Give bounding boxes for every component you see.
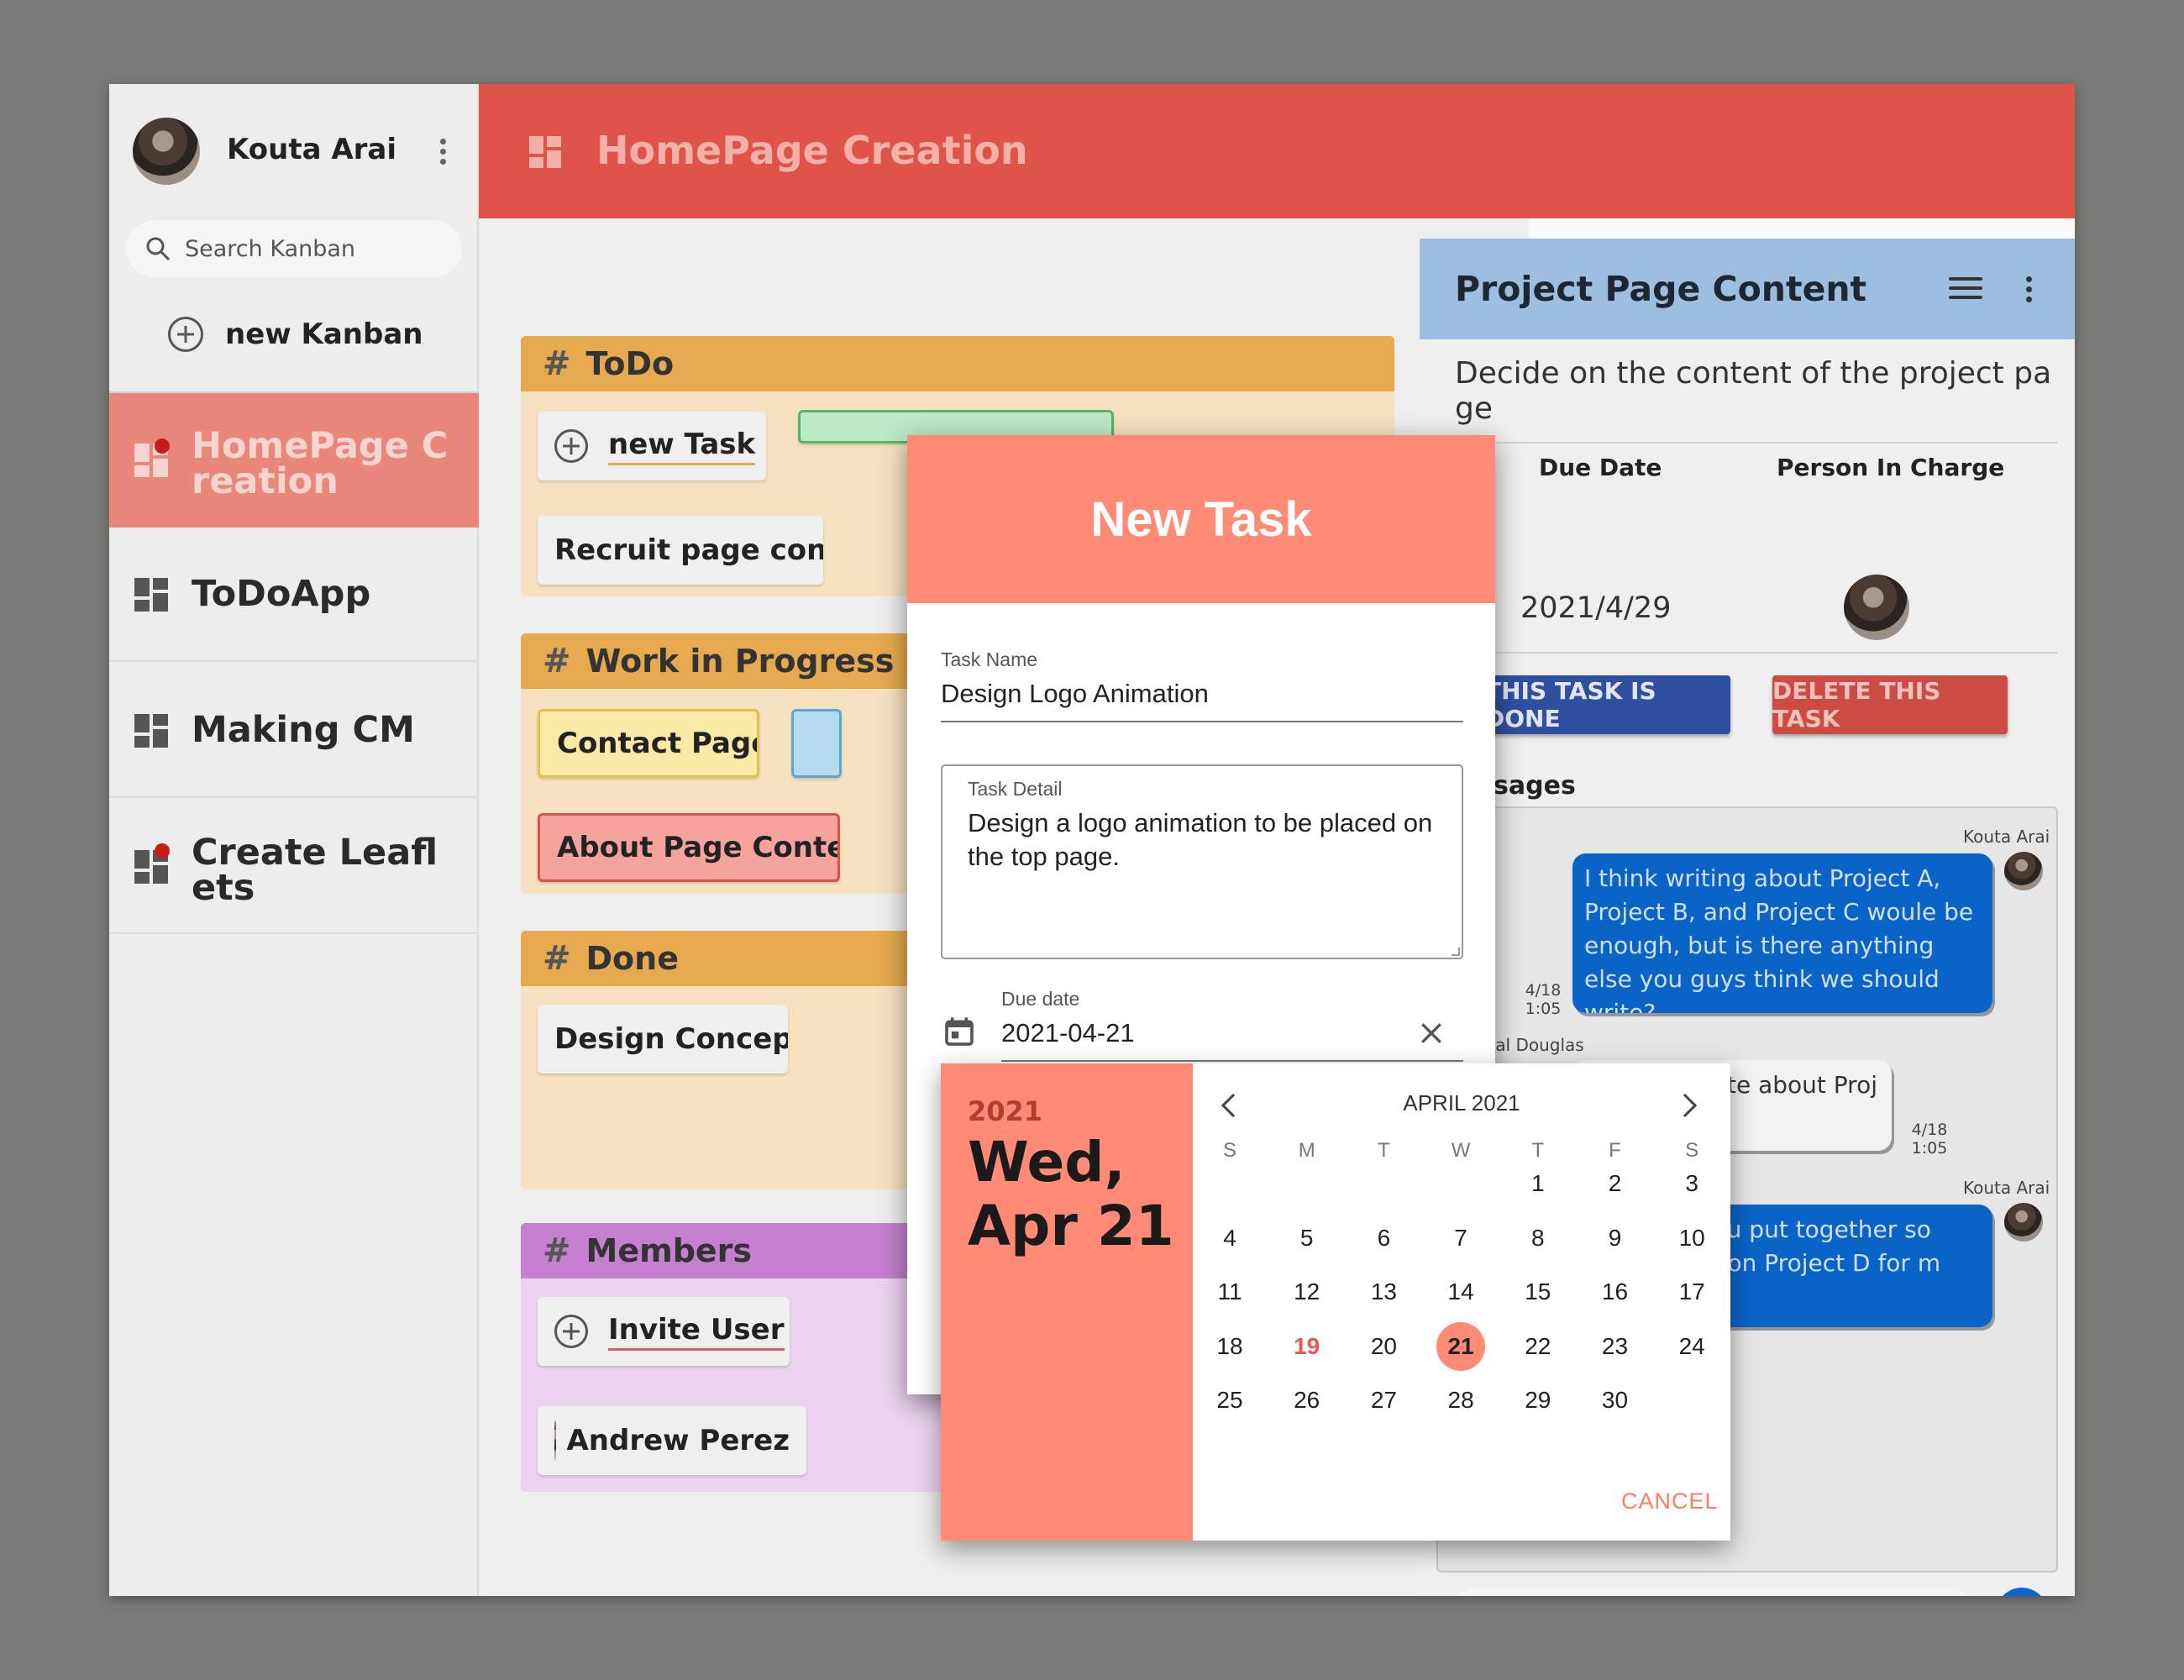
weekday-label: T [1378, 1139, 1390, 1162]
calendar-day[interactable]: 17 [1665, 1268, 1719, 1316]
calendar-icon[interactable] [942, 1015, 976, 1048]
calendar-day[interactable]: 22 [1511, 1322, 1565, 1371]
task-detail-value: Design a logo animation to be placed on … [968, 808, 1433, 871]
picker-month-label: APRIL 2021 [1403, 1090, 1520, 1116]
calendar-day[interactable]: 11 [1203, 1268, 1257, 1316]
calendar-day[interactable]: 24 [1665, 1322, 1719, 1371]
weekday-label: M [1298, 1139, 1315, 1162]
calendar-day[interactable]: 9 [1588, 1214, 1642, 1263]
due-date-field[interactable]: 2021-04-21 [1001, 1018, 1135, 1048]
calendar-day[interactable]: 13 [1357, 1268, 1410, 1316]
calendar-day[interactable]: 1 [1511, 1159, 1565, 1208]
cancel-button[interactable]: CANCEL [1621, 1488, 1719, 1515]
calendar-day[interactable]: 14 [1434, 1268, 1488, 1316]
calendar-day[interactable]: 29 [1511, 1376, 1565, 1425]
date-picker-toolbar: 2021 Wed, Apr 21 [941, 1063, 1193, 1541]
due-date-underline [1001, 1060, 1463, 1062]
task-name-label: Task Name [941, 648, 1038, 670]
task-name-field[interactable]: Design Logo Animation [941, 679, 1209, 709]
calendar-day[interactable]: 28 [1434, 1376, 1488, 1425]
date-picker: 2021 Wed, Apr 21 APRIL 2021 SMTWTFS12345… [941, 1063, 1730, 1541]
due-date-label: Due date [1001, 988, 1080, 1010]
calendar-day[interactable]: 16 [1588, 1268, 1642, 1316]
calendar-day[interactable]: 26 [1280, 1376, 1334, 1425]
calendar-day[interactable]: 7 [1434, 1214, 1488, 1263]
task-detail-field[interactable]: Task Detail Design a logo animation to b… [941, 764, 1463, 959]
clear-icon[interactable] [1418, 1020, 1445, 1047]
dialog-title: New Task [907, 435, 1495, 603]
calendar-day[interactable]: 20 [1357, 1322, 1410, 1371]
calendar-day[interactable]: 30 [1588, 1376, 1642, 1425]
calendar-day[interactable]: 18 [1203, 1322, 1257, 1371]
picker-year[interactable]: 2021 [968, 1095, 1042, 1127]
calendar-day[interactable]: 25 [1203, 1376, 1257, 1425]
calendar-day[interactable]: 23 [1588, 1322, 1642, 1371]
weekday-label: W [1451, 1139, 1471, 1162]
calendar-day[interactable]: 10 [1665, 1214, 1719, 1263]
calendar-day[interactable]: 19 [1280, 1322, 1334, 1371]
calendar-day[interactable]: 5 [1280, 1214, 1334, 1263]
calendar-day[interactable]: 6 [1357, 1214, 1410, 1263]
app-window: Kouta Arai new Kanban HomePage Creation … [109, 84, 2075, 1596]
task-detail-label: Task Detail [968, 778, 1063, 800]
task-name-underline [941, 721, 1463, 722]
calendar-day[interactable]: 8 [1511, 1214, 1565, 1263]
picker-selected-date: Wed, Apr 21 [968, 1130, 1174, 1258]
calendar-day[interactable]: 3 [1665, 1159, 1719, 1208]
calendar-day[interactable]: 15 [1511, 1268, 1565, 1316]
calendar-day[interactable]: 12 [1280, 1268, 1334, 1316]
calendar-day[interactable]: 4 [1203, 1214, 1257, 1263]
calendar-day[interactable]: 27 [1357, 1376, 1410, 1425]
weekday-label: S [1222, 1139, 1236, 1162]
resize-handle[interactable] [1452, 948, 1460, 956]
calendar-day-selected[interactable]: 21 [1434, 1321, 1488, 1371]
calendar-day[interactable]: 2 [1588, 1159, 1642, 1208]
